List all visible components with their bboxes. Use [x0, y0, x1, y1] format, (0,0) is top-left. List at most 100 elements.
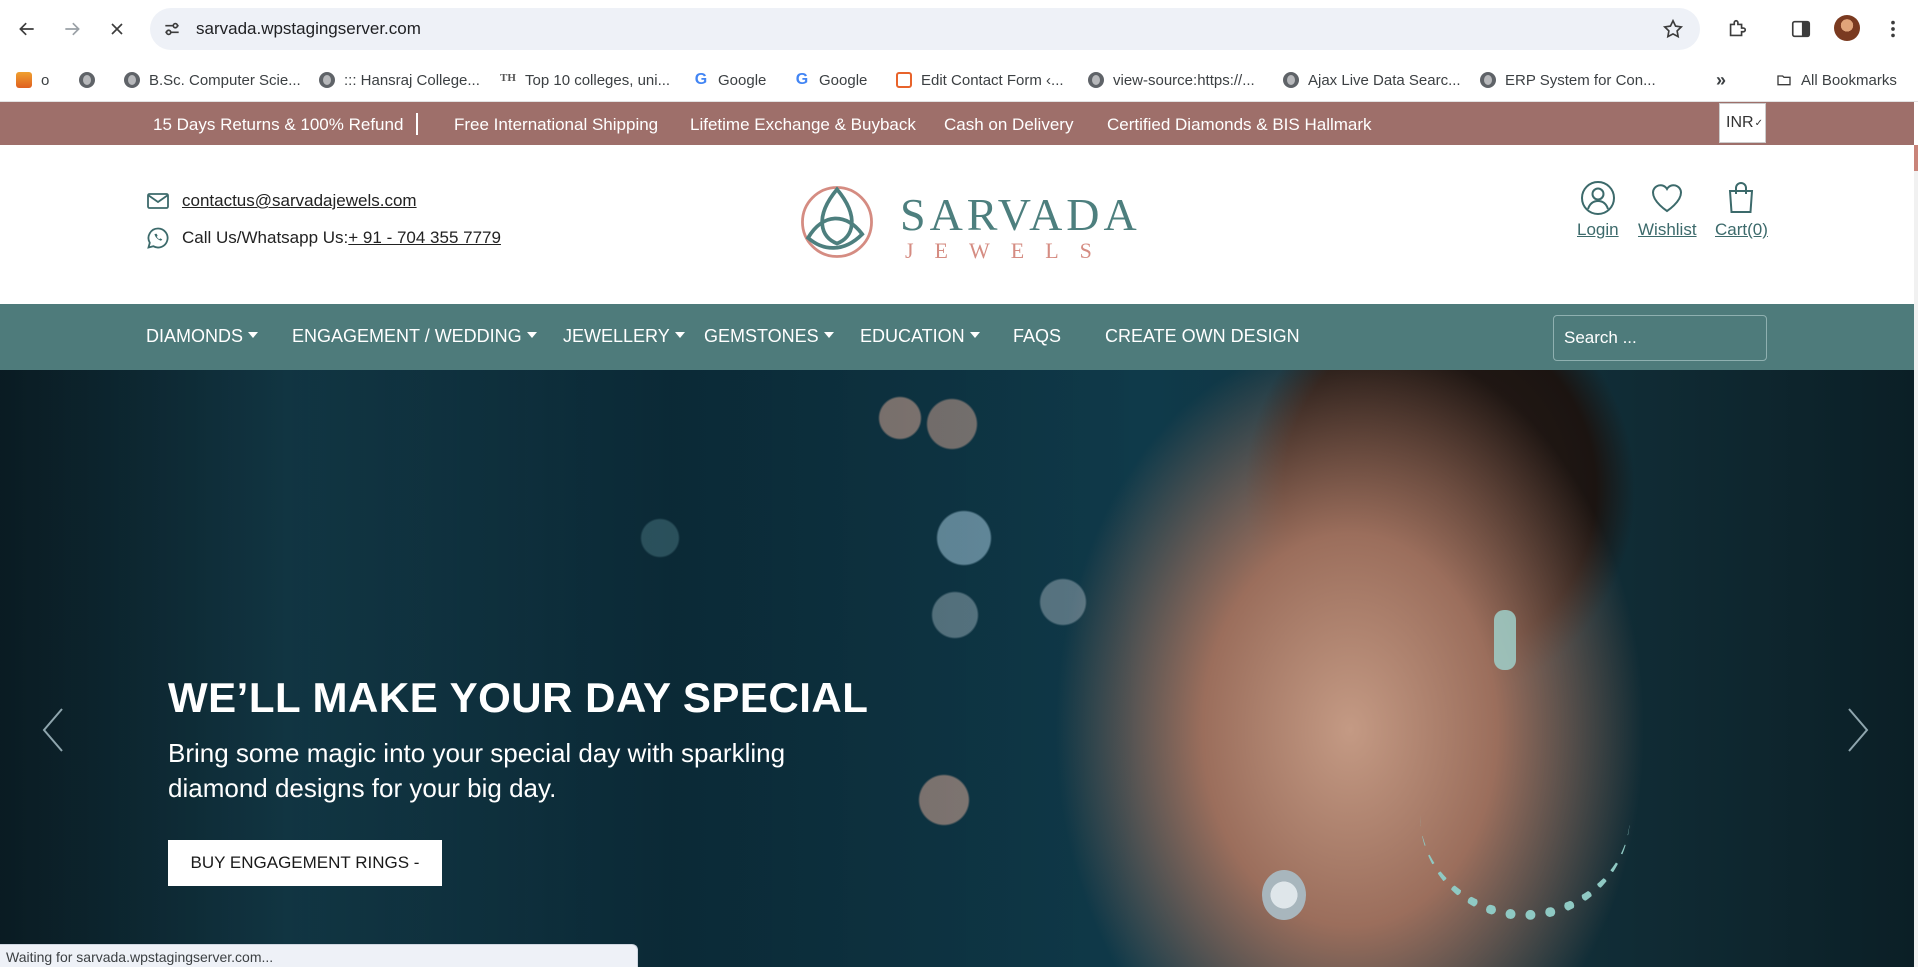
url-text[interactable]: sarvada.wpstagingserver.com	[196, 19, 421, 39]
phone-link[interactable]: + 91 - 704 355 7779	[348, 228, 501, 248]
page-scrollbar[interactable]	[1914, 145, 1918, 967]
login-link[interactable]: Login	[1577, 180, 1619, 240]
nav-label: DIAMONDS	[146, 326, 244, 346]
buy-engagement-rings-button[interactable]: BUY ENGAGEMENT RINGS -	[168, 840, 442, 886]
bookmark-item[interactable]	[79, 69, 104, 91]
all-bookmarks-label: All Bookmarks	[1801, 71, 1897, 89]
earring-image	[1494, 610, 1516, 670]
nav-education[interactable]: EDUCATION	[860, 326, 980, 347]
close-icon	[111, 23, 123, 35]
globe-icon	[1480, 72, 1496, 88]
bookmark-item[interactable]: G Google	[693, 69, 767, 91]
promo-certified: Certified Diamonds & BIS Hallmark	[1107, 115, 1372, 134]
bookmarks-overflow-button[interactable]: »	[1716, 69, 1726, 91]
nav-faqs[interactable]: FAQS	[1013, 326, 1061, 347]
browser-menu-button[interactable]	[1878, 14, 1908, 44]
currency-select[interactable]: INR ✓	[1719, 103, 1766, 143]
bookmark-item[interactable]: view-source:https://...	[1088, 69, 1255, 91]
whatsapp-icon	[147, 227, 169, 249]
bookmark-label: Google	[819, 71, 868, 89]
promo-exchange: Lifetime Exchange & Buyback	[690, 115, 916, 134]
chevron-right-icon	[1848, 708, 1869, 752]
bookmark-item[interactable]: ::: Hansraj College...	[319, 69, 480, 91]
currency-value: INR	[1726, 114, 1754, 131]
nav-diamonds[interactable]: DIAMONDS	[146, 326, 259, 347]
stop-loading-button[interactable]	[100, 12, 134, 46]
nav-label: GEMSTONES	[704, 326, 819, 346]
puzzle-icon	[1729, 19, 1747, 37]
bookmark-label: ::: Hansraj College...	[344, 71, 480, 89]
browser-toolbar: sarvada.wpstagingserver.com	[0, 0, 1918, 58]
bookmark-label: Top 10 colleges, uni...	[525, 71, 671, 89]
back-button[interactable]	[10, 12, 44, 46]
triquetra-logo-icon	[801, 186, 873, 258]
globe-icon	[319, 72, 335, 88]
globe-icon	[1283, 72, 1299, 88]
bookmark-label: Google	[718, 71, 767, 89]
promo-returns: 15 Days Returns & 100% Refund	[153, 115, 404, 134]
bookmark-item[interactable]: o	[16, 69, 49, 91]
nav-label: EDUCATION	[860, 326, 965, 346]
google-icon: G	[694, 71, 708, 88]
side-panel-icon	[1791, 20, 1811, 38]
slider-next-button[interactable]	[1843, 705, 1873, 755]
folder-icon	[1777, 75, 1791, 86]
caret-down-icon	[823, 332, 834, 339]
address-bar[interactable]: sarvada.wpstagingserver.com	[150, 8, 1700, 50]
bookmark-label: view-source:https://...	[1113, 71, 1255, 89]
hero-title: WE’LL MAKE YOUR DAY SPECIAL	[168, 674, 869, 721]
globe-icon	[124, 72, 140, 88]
bookmark-item[interactable]: G Google	[794, 69, 868, 91]
caret-down-icon	[526, 332, 537, 339]
arrow-right-icon	[65, 22, 80, 36]
nav-label: JEWELLERY	[563, 326, 670, 346]
fire-icon	[16, 72, 32, 88]
site-icon: TH	[500, 72, 516, 84]
heart-icon	[1652, 184, 1683, 213]
login-label: Login	[1577, 220, 1619, 239]
bookmark-label: Ajax Live Data Searc...	[1308, 71, 1461, 89]
xampp-icon	[896, 72, 912, 88]
bookmark-item[interactable]: ERP System for Con...	[1480, 69, 1656, 91]
user-icon	[1580, 181, 1615, 215]
extensions-button[interactable]	[1722, 14, 1752, 44]
contact-phone: Call Us/Whatsapp Us: + 91 - 704 355 7779	[146, 226, 501, 250]
bookmark-item[interactable]: Ajax Live Data Searc...	[1283, 69, 1461, 91]
promo-divider	[416, 113, 418, 135]
shopping-bag-icon	[1729, 182, 1754, 213]
search-input[interactable]	[1553, 315, 1767, 361]
bookmark-star-icon[interactable]	[1662, 18, 1684, 40]
slider-prev-button[interactable]	[38, 705, 68, 755]
chevron-down-icon: ✓	[1754, 117, 1763, 129]
forward-button[interactable]	[55, 12, 89, 46]
bookmark-item[interactable]: TH Top 10 colleges, uni...	[500, 69, 670, 91]
ring-image	[1262, 870, 1306, 920]
bookmark-item[interactable]: Edit Contact Form ‹...	[896, 69, 1064, 91]
side-panel-button[interactable]	[1786, 14, 1816, 44]
caret-down-icon	[248, 332, 259, 339]
nav-engagement-wedding[interactable]: ENGAGEMENT / WEDDING	[292, 326, 537, 347]
wishlist-link[interactable]: Wishlist	[1638, 180, 1697, 240]
arrow-left-icon	[19, 22, 34, 36]
cart-link[interactable]: Cart(0)	[1715, 180, 1768, 240]
cart-label: Cart(0)	[1715, 220, 1768, 239]
bookmark-item[interactable]: B.Sc. Computer Scie...	[124, 69, 301, 91]
bookmark-label: B.Sc. Computer Scie...	[149, 71, 301, 89]
nav-jewellery[interactable]: JEWELLERY	[563, 326, 685, 347]
nav-label: ENGAGEMENT / WEDDING	[292, 326, 522, 346]
contact-email: contactus@sarvadajewels.com	[146, 189, 417, 213]
bookmark-label: ERP System for Con...	[1505, 71, 1656, 89]
all-bookmarks-button[interactable]: All Bookmarks	[1776, 69, 1897, 91]
bookmark-label: o	[41, 71, 50, 89]
nav-create-own-design[interactable]: CREATE OWN DESIGN	[1105, 326, 1300, 347]
wishlist-label: Wishlist	[1638, 220, 1697, 239]
profile-avatar[interactable]	[1834, 15, 1860, 41]
nav-label: CREATE OWN DESIGN	[1105, 326, 1300, 346]
nav-gemstones[interactable]: GEMSTONES	[704, 326, 834, 347]
browser-status-bar: Waiting for sarvada.wpstagingserver.com.…	[0, 944, 638, 967]
caret-down-icon	[674, 332, 685, 339]
mail-icon	[147, 193, 169, 209]
site-logo[interactable]: SARVADA JEWELS	[795, 180, 1137, 270]
site-settings-icon[interactable]	[162, 19, 182, 39]
email-link[interactable]: contactus@sarvadajewels.com	[182, 191, 417, 211]
